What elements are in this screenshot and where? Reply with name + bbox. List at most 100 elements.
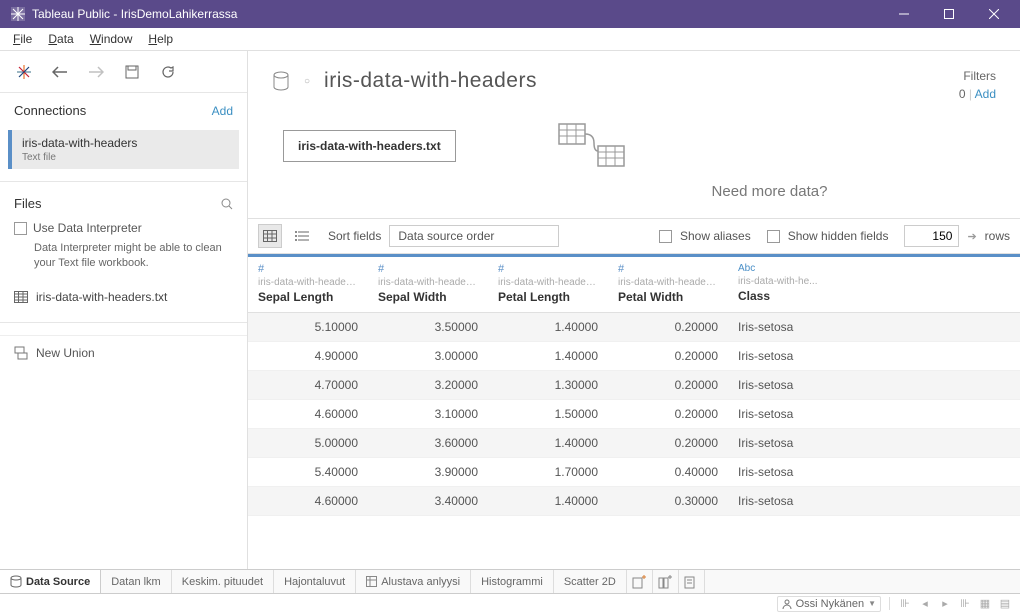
table-cell[interactable]: 0.30000 [608, 487, 728, 516]
rows-arrow-icon[interactable]: ➔ [967, 230, 976, 243]
table-row[interactable]: 5.100003.500001.400000.20000Iris-setosa [248, 313, 1020, 342]
table-cell[interactable]: 0.40000 [608, 458, 728, 487]
new-worksheet-button[interactable] [627, 570, 653, 593]
table-cell[interactable]: Iris-setosa [728, 371, 827, 400]
user-chip[interactable]: Ossi Nykänen ▼ [777, 596, 881, 612]
sheet-tab[interactable]: Datan lkm [101, 570, 172, 593]
table-cell[interactable]: Iris-setosa [728, 458, 827, 487]
table-cell[interactable]: 5.10000 [248, 313, 368, 342]
prev-sheet-button[interactable]: ◂ [918, 597, 932, 610]
show-sheets-button[interactable]: ▤ [998, 597, 1012, 610]
column-header[interactable]: # iris-data-with-headers... Sepal Width [368, 256, 488, 313]
table-cell[interactable]: 5.00000 [248, 429, 368, 458]
menu-data[interactable]: Data [40, 29, 81, 49]
forward-button[interactable] [82, 58, 110, 86]
sort-fields-label: Sort fields [328, 229, 381, 243]
sheet-tab[interactable]: Scatter 2D [554, 570, 627, 593]
table-cell[interactable]: 3.00000 [368, 342, 488, 371]
table-cell[interactable]: 3.50000 [368, 313, 488, 342]
last-sheet-button[interactable]: ⊪ [958, 597, 972, 610]
connection-item[interactable]: iris-data-with-headers Text file [8, 130, 239, 169]
sort-fields-select[interactable]: Data source order [389, 225, 559, 247]
new-story-button[interactable] [679, 570, 705, 593]
menu-help[interactable]: Help [140, 29, 181, 49]
table-row[interactable]: 5.400003.900001.700000.40000Iris-setosa [248, 458, 1020, 487]
back-button[interactable] [46, 58, 74, 86]
grid-view-button[interactable] [258, 224, 282, 248]
new-dashboard-button[interactable] [653, 570, 679, 593]
minimize-button[interactable] [881, 0, 926, 28]
table-cell[interactable]: 1.40000 [488, 429, 608, 458]
table-cell[interactable]: Iris-setosa [728, 400, 827, 429]
datasource-title[interactable]: iris-data-with-headers [324, 69, 537, 93]
table-row[interactable]: 4.900003.000001.400000.20000Iris-setosa [248, 342, 1020, 371]
table-row[interactable]: 5.000003.600001.400000.20000Iris-setosa [248, 429, 1020, 458]
sheet-tab[interactable]: Alustava anlyysi [356, 570, 471, 593]
table-cell[interactable]: 3.40000 [368, 487, 488, 516]
table-cell[interactable]: 0.20000 [608, 371, 728, 400]
add-filter-link[interactable]: Add [975, 87, 996, 101]
table-cell[interactable]: Iris-setosa [728, 342, 827, 371]
join-canvas[interactable]: iris-data-with-headers.txt Need more dat… [248, 111, 1020, 210]
window-title: Tableau Public - IrisDemoLahikerrassa [32, 7, 881, 21]
show-hidden-label: Show hidden fields [788, 229, 889, 243]
menu-file[interactable]: File [5, 29, 40, 49]
table-cell[interactable]: 4.60000 [248, 487, 368, 516]
sheet-tab[interactable]: Histogrammi [471, 570, 554, 593]
table-row[interactable]: 4.700003.200001.300000.20000Iris-setosa [248, 371, 1020, 400]
column-header[interactable]: # iris-data-with-headers... Petal Width [608, 256, 728, 313]
first-sheet-button[interactable]: ⊪ [898, 597, 912, 610]
rows-input[interactable] [904, 225, 959, 247]
table-cell[interactable]: 1.40000 [488, 342, 608, 371]
table-cell[interactable]: 0.20000 [608, 342, 728, 371]
table-cell[interactable]: 1.40000 [488, 487, 608, 516]
save-button[interactable] [118, 58, 146, 86]
table-row[interactable]: 4.600003.100001.500000.20000Iris-setosa [248, 400, 1020, 429]
table-cell[interactable]: Iris-setosa [728, 429, 827, 458]
add-connection-link[interactable]: Add [212, 104, 233, 118]
list-view-button[interactable] [290, 224, 314, 248]
show-filmstrip-button[interactable]: ▦ [978, 597, 992, 610]
table-cell[interactable]: 3.20000 [368, 371, 488, 400]
search-icon[interactable] [221, 198, 233, 210]
tableau-logo-icon[interactable] [10, 58, 38, 86]
column-header[interactable]: # iris-data-with-headers.txt Petal Lengt… [488, 256, 608, 313]
maximize-button[interactable] [926, 0, 971, 28]
table-cell[interactable]: 4.60000 [248, 400, 368, 429]
table-cell[interactable]: 5.40000 [248, 458, 368, 487]
table-cell[interactable]: 0.20000 [608, 313, 728, 342]
file-item[interactable]: iris-data-with-headers.txt [0, 282, 247, 312]
table-cell[interactable]: 3.10000 [368, 400, 488, 429]
column-header[interactable]: Abc iris-data-with-he... Class [728, 256, 827, 313]
table-row[interactable]: 4.600003.400001.400000.30000Iris-setosa [248, 487, 1020, 516]
table-cell[interactable]: 3.60000 [368, 429, 488, 458]
column-header[interactable]: # iris-data-with-headers.txt Sepal Lengt… [248, 256, 368, 313]
refresh-button[interactable] [154, 58, 182, 86]
sheet-tab[interactable]: Keskim. pituudet [172, 570, 274, 593]
tab-data-source[interactable]: Data Source [0, 570, 101, 593]
table-cell[interactable]: Iris-setosa [728, 487, 827, 516]
table-cell[interactable]: 1.30000 [488, 371, 608, 400]
table-cell[interactable]: 0.20000 [608, 429, 728, 458]
next-sheet-button[interactable]: ▸ [938, 597, 952, 610]
new-union-button[interactable]: New Union [0, 335, 247, 370]
sheet-tab[interactable]: Hajontaluvut [274, 570, 356, 593]
table-cell[interactable]: 0.20000 [608, 400, 728, 429]
filters-count: 0 [959, 87, 966, 101]
table-cell[interactable]: 1.50000 [488, 400, 608, 429]
use-interpreter-checkbox[interactable] [14, 222, 27, 235]
data-grid[interactable]: # iris-data-with-headers.txt Sepal Lengt… [248, 254, 1020, 569]
table-cell[interactable]: 4.70000 [248, 371, 368, 400]
app-icon [10, 6, 26, 22]
menu-window[interactable]: Window [82, 29, 141, 49]
tab-label: Data Source [26, 576, 90, 588]
close-button[interactable] [971, 0, 1016, 28]
show-hidden-checkbox[interactable] [767, 230, 780, 243]
table-cell[interactable]: 3.90000 [368, 458, 488, 487]
table-cell[interactable]: Iris-setosa [728, 313, 827, 342]
table-cell[interactable]: 4.90000 [248, 342, 368, 371]
show-aliases-checkbox[interactable] [659, 230, 672, 243]
table-cell[interactable]: 1.40000 [488, 313, 608, 342]
table-cell[interactable]: 1.70000 [488, 458, 608, 487]
table-chip[interactable]: iris-data-with-headers.txt [283, 130, 456, 162]
